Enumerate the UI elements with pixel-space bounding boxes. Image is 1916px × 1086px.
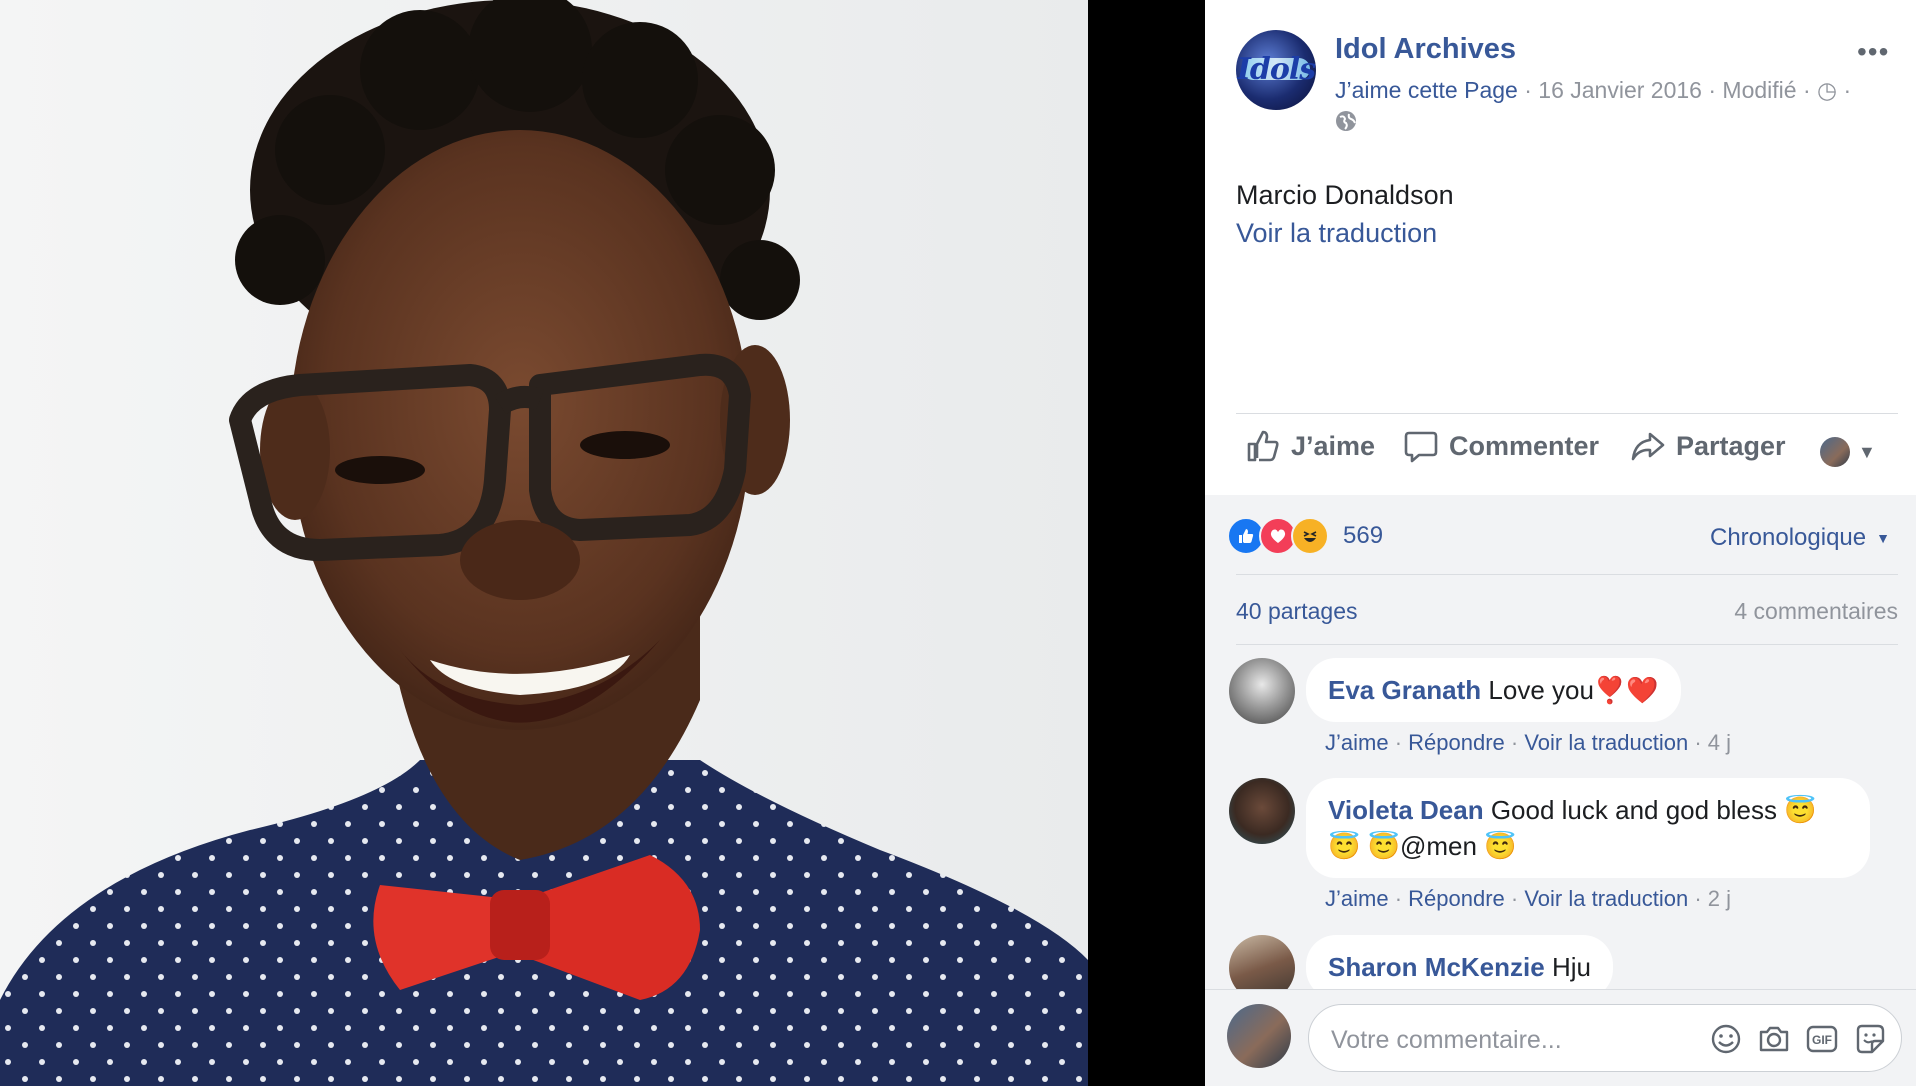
comment-like-link[interactable]: J’aime xyxy=(1325,886,1389,911)
edited-label[interactable]: Modifié xyxy=(1722,77,1796,103)
post-photo[interactable] xyxy=(0,0,1088,1086)
comment-author[interactable]: Eva Granath xyxy=(1328,675,1481,705)
globe-icon[interactable] xyxy=(1335,110,1357,137)
comment-bubble: Violeta Dean Good luck and god bless 😇 😇… xyxy=(1306,778,1870,878)
comment-actions: J’aime · Répondre · Voir la traduction ·… xyxy=(1325,730,1732,755)
comment-text: Hju xyxy=(1551,952,1591,982)
comment-icon xyxy=(1404,431,1438,463)
comment-bubble: Eva Granath Love you❣️❤️ xyxy=(1306,658,1681,722)
commenter-avatar[interactable] xyxy=(1229,778,1295,844)
page-avatar[interactable]: Idols xyxy=(1236,30,1316,110)
more-options-button[interactable]: ••• xyxy=(1857,36,1889,68)
caret-down-icon: ▼ xyxy=(1876,530,1890,546)
gif-icon[interactable]: GIF xyxy=(1805,1022,1839,1056)
user-avatar-small xyxy=(1820,437,1850,467)
comment-translate-link[interactable]: Voir la traduction xyxy=(1524,730,1688,755)
divider xyxy=(1236,644,1898,645)
page-name-link[interactable]: Idol Archives xyxy=(1335,33,1516,66)
comment-button[interactable]: Commenter xyxy=(1403,428,1599,464)
emoji-icon[interactable] xyxy=(1709,1022,1743,1056)
viewer-gap xyxy=(1088,0,1205,1086)
post-meta: J’aime cette Page · 16 Janvier 2016 · Mo… xyxy=(1335,77,1852,103)
comments-section: 569 Chronologique ▼ 40 partages 4 commen… xyxy=(1205,495,1916,1086)
comment-reply-link[interactable]: Répondre xyxy=(1408,730,1505,755)
share-button-label: Partager xyxy=(1676,430,1786,461)
comment-text-continued: 😇 😇@men 😇 xyxy=(1328,831,1517,861)
sort-label: Chronologique xyxy=(1710,524,1867,551)
comment-translate-link[interactable]: Voir la traduction xyxy=(1524,886,1688,911)
clock-icon: ◷ xyxy=(1817,77,1838,103)
comment-text: Good luck and god bless 😇 xyxy=(1490,795,1817,825)
commenter-avatar[interactable] xyxy=(1229,658,1295,724)
comment-actions: J’aime · Répondre · Voir la traduction ·… xyxy=(1325,886,1732,911)
camera-icon[interactable] xyxy=(1757,1022,1791,1056)
shares-count-link[interactable]: 40 partages xyxy=(1236,598,1357,625)
page-avatar-logo-text: Idols xyxy=(1236,52,1316,87)
reactions-summary[interactable]: 569 xyxy=(1227,517,1383,555)
sort-comments-dropdown[interactable]: Chronologique ▼ xyxy=(1710,524,1890,552)
like-button-label: J’aime xyxy=(1291,430,1376,461)
comment-composer[interactable]: GIF xyxy=(1308,1004,1902,1072)
share-button[interactable]: Partager xyxy=(1630,428,1786,464)
like-button[interactable]: J’aime xyxy=(1245,428,1375,464)
post-text: Marcio Donaldson xyxy=(1236,180,1454,210)
comment-author[interactable]: Violeta Dean xyxy=(1328,795,1484,825)
svg-text:GIF: GIF xyxy=(1812,1033,1832,1047)
comment-input[interactable] xyxy=(1329,1019,1693,1061)
portrait-image xyxy=(0,0,1088,1086)
thumbs-up-icon xyxy=(1247,430,1279,462)
comment-text: Love you❣️❤️ xyxy=(1488,675,1659,705)
post-side-panel: Idols Idol Archives J’aime cette Page · … xyxy=(1205,0,1916,1086)
sticker-icon[interactable] xyxy=(1853,1022,1887,1056)
share-arrow-icon xyxy=(1631,432,1665,461)
divider xyxy=(1236,574,1898,575)
current-user-avatar xyxy=(1227,1004,1291,1068)
comment-reply-link[interactable]: Répondre xyxy=(1408,886,1505,911)
comments-count[interactable]: 4 commentaires xyxy=(1713,598,1898,625)
like-page-link[interactable]: J’aime cette Page xyxy=(1335,77,1518,103)
comment-author[interactable]: Sharon McKenzie xyxy=(1328,952,1545,982)
comment-time[interactable]: 2 j xyxy=(1708,886,1731,911)
comment-like-link[interactable]: J’aime xyxy=(1325,730,1389,755)
reaction-count: 569 xyxy=(1343,522,1384,549)
see-translation-link[interactable]: Voir la traduction xyxy=(1236,218,1437,249)
haha-reaction-icon xyxy=(1291,517,1329,555)
post-date[interactable]: 16 Janvier 2016 xyxy=(1538,77,1702,103)
post-as-selector[interactable]: ▼ xyxy=(1820,437,1876,467)
comment-time[interactable]: 4 j xyxy=(1708,730,1731,755)
divider xyxy=(1236,413,1898,414)
caret-down-icon: ▼ xyxy=(1858,441,1876,462)
comment-button-label: Commenter xyxy=(1449,430,1600,461)
